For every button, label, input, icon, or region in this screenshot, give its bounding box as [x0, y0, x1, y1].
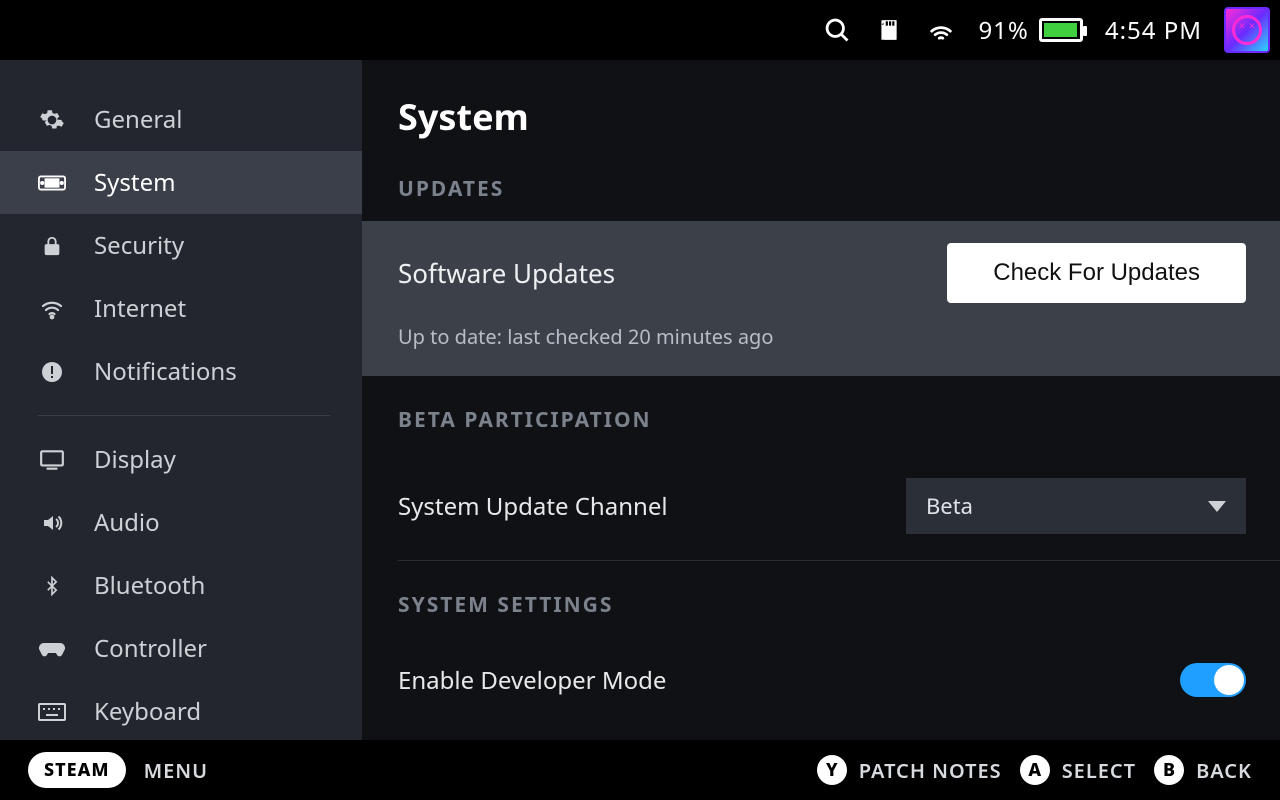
search-icon[interactable]: [822, 15, 852, 45]
sidebar-item-label: Audio: [94, 506, 160, 539]
sidebar-item-audio[interactable]: Audio: [0, 491, 362, 554]
update-channel-label: System Update Channel: [398, 490, 668, 523]
updates-heading: Software Updates: [398, 255, 615, 291]
check-updates-button[interactable]: Check For Updates: [947, 243, 1246, 303]
clock: 4:54 PM: [1105, 14, 1202, 47]
a-button-icon: A: [1020, 755, 1050, 785]
sidebar-item-label: Display: [94, 443, 176, 476]
sidebar-item-bluetooth[interactable]: Bluetooth: [0, 554, 362, 617]
sidebar-divider: [38, 415, 330, 416]
gear-icon: [38, 106, 66, 134]
sidebar-item-label: Security: [94, 229, 184, 262]
section-updates: UPDATES: [398, 175, 1280, 203]
hint-label: BACK: [1196, 757, 1252, 784]
status-bar: 91% 4:54 PM: [0, 0, 1280, 60]
sidebar-item-keyboard[interactable]: Keyboard: [0, 680, 362, 743]
sidebar-item-internet[interactable]: Internet: [0, 277, 362, 340]
section-beta: BETA PARTICIPATION: [398, 406, 1280, 434]
dev-mode-toggle[interactable]: [1180, 663, 1246, 697]
display-icon: [38, 446, 66, 474]
avatar[interactable]: [1224, 7, 1270, 53]
lock-icon: [38, 232, 66, 260]
updates-card: Software Updates Check For Updates Up to…: [362, 221, 1280, 376]
section-system-settings: SYSTEM SETTINGS: [398, 591, 1280, 619]
steam-button[interactable]: STEAM: [28, 752, 126, 788]
row-update-channel: System Update Channel Beta: [398, 452, 1280, 561]
bluetooth-icon: [38, 572, 66, 600]
steamdeck-icon: [38, 169, 66, 197]
sidebar-item-security[interactable]: Security: [0, 214, 362, 277]
sidebar-item-display[interactable]: Display: [0, 428, 362, 491]
sidebar-item-label: Keyboard: [94, 695, 201, 728]
sidebar-item-notifications[interactable]: Notifications: [0, 340, 362, 403]
sidebar-item-controller[interactable]: Controller: [0, 617, 362, 680]
hint-label: PATCH NOTES: [859, 757, 1002, 784]
hint-back[interactable]: B BACK: [1154, 755, 1252, 785]
menu-label: MENU: [144, 757, 209, 784]
alert-icon: [38, 358, 66, 386]
wifi-icon[interactable]: [926, 15, 956, 45]
update-channel-select[interactable]: Beta: [906, 478, 1246, 534]
battery-icon: [1039, 18, 1083, 42]
wifi-icon: [38, 295, 66, 323]
content-pane: System UPDATES Software Updates Check Fo…: [362, 60, 1280, 740]
controller-icon: [38, 635, 66, 663]
updates-status: Up to date: last checked 20 minutes ago: [398, 323, 1246, 350]
speaker-icon: [38, 509, 66, 537]
sidebar-item-label: Controller: [94, 632, 207, 665]
battery-indicator: 91%: [978, 14, 1082, 47]
y-button-icon: Y: [817, 755, 847, 785]
hint-patch-notes[interactable]: Y PATCH NOTES: [817, 755, 1002, 785]
sidebar-item-general[interactable]: General: [0, 88, 362, 151]
chevron-down-icon: [1208, 501, 1226, 512]
sidebar-item-system[interactable]: System: [0, 151, 362, 214]
battery-percent: 91%: [978, 14, 1028, 47]
sidebar-item-label: Bluetooth: [94, 569, 205, 602]
sidebar-item-label: Notifications: [94, 355, 237, 388]
footer-bar: STEAM MENU Y PATCH NOTES A SELECT B BACK: [0, 740, 1280, 800]
page-title: System: [398, 92, 1280, 141]
dev-mode-label: Enable Developer Mode: [398, 664, 666, 697]
update-channel-value: Beta: [926, 491, 973, 521]
keyboard-icon: [38, 698, 66, 726]
sd-card-icon[interactable]: [874, 15, 904, 45]
hint-label: SELECT: [1062, 757, 1136, 784]
sidebar-item-label: System: [94, 166, 176, 199]
sidebar-item-label: Internet: [94, 292, 186, 325]
hint-select[interactable]: A SELECT: [1020, 755, 1136, 785]
b-button-icon: B: [1154, 755, 1184, 785]
row-dev-mode: Enable Developer Mode: [398, 637, 1280, 723]
settings-sidebar: General System Security Internet Notific…: [0, 60, 362, 740]
sidebar-item-label: General: [94, 103, 182, 136]
